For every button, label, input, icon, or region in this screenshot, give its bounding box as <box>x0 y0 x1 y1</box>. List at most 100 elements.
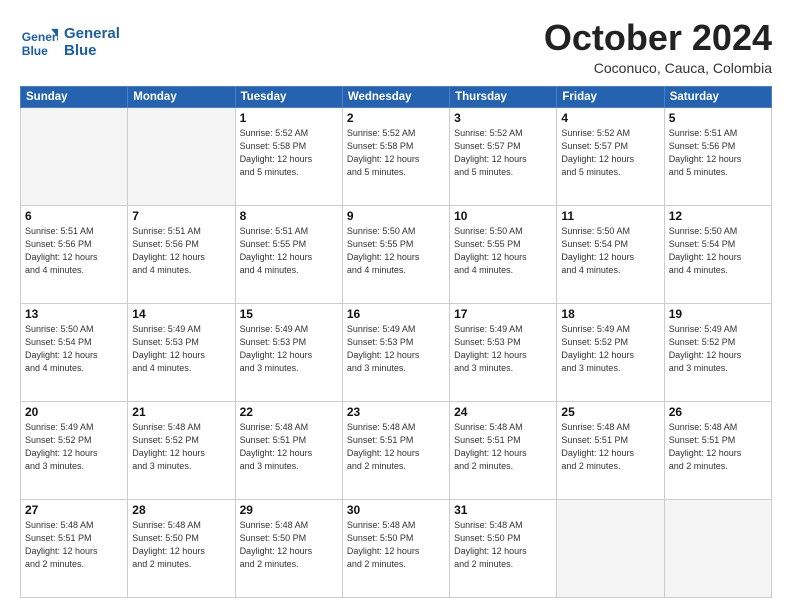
day-number: 9 <box>347 209 445 223</box>
day-number: 30 <box>347 503 445 517</box>
title-block: October 2024 Coconuco, Cauca, Colombia <box>544 18 772 76</box>
day-number: 11 <box>561 209 659 223</box>
day-info: Sunrise: 5:51 AMSunset: 5:56 PMDaylight:… <box>132 225 230 277</box>
table-row: 15 Sunrise: 5:49 AMSunset: 5:53 PMDayligh… <box>235 303 342 401</box>
table-row: 22 Sunrise: 5:48 AMSunset: 5:51 PMDayligh… <box>235 401 342 499</box>
day-number: 10 <box>454 209 552 223</box>
day-info: Sunrise: 5:50 AMSunset: 5:55 PMDaylight:… <box>454 225 552 277</box>
table-row: 24Sunrise: 5:48 AMSunset: 5:51 PMDayligh… <box>450 401 557 499</box>
col-sunday: Sunday <box>21 86 128 107</box>
table-row: 3 Sunrise: 5:52 AMSunset: 5:57 PMDaylight… <box>450 107 557 205</box>
day-info: Sunrise: 5:48 AMSunset: 5:50 PMDaylight:… <box>347 519 445 571</box>
table-row: 30 Sunrise: 5:48 AMSunset: 5:50 PMDayligh… <box>342 499 449 597</box>
day-number: 24 <box>454 405 552 419</box>
day-info: Sunrise: 5:52 AMSunset: 5:57 PMDaylight:… <box>561 127 659 179</box>
table-row: 16Sunrise: 5:49 AMSunset: 5:53 PMDayligh… <box>342 303 449 401</box>
calendar-week-row: 20 Sunrise: 5:49 AMSunset: 5:52 PMDayligh… <box>21 401 772 499</box>
day-info: Sunrise: 5:52 AMSunset: 5:57 PMDaylight:… <box>454 127 552 179</box>
day-info: Sunrise: 5:48 AMSunset: 5:51 PMDaylight:… <box>669 421 767 473</box>
day-number: 17 <box>454 307 552 321</box>
day-info: Sunrise: 5:51 AMSunset: 5:56 PMDaylight:… <box>669 127 767 179</box>
table-row <box>664 499 771 597</box>
logo-line2: Blue <box>64 42 120 59</box>
table-row: 19 Sunrise: 5:49 AMSunset: 5:52 PMDayligh… <box>664 303 771 401</box>
day-info: Sunrise: 5:48 AMSunset: 5:51 PMDaylight:… <box>347 421 445 473</box>
day-number: 18 <box>561 307 659 321</box>
month-title: October 2024 <box>544 18 772 58</box>
day-info: Sunrise: 5:52 AMSunset: 5:58 PMDaylight:… <box>347 127 445 179</box>
day-number: 8 <box>240 209 338 223</box>
day-info: Sunrise: 5:52 AMSunset: 5:58 PMDaylight:… <box>240 127 338 179</box>
table-row: 11 Sunrise: 5:50 AMSunset: 5:54 PMDayligh… <box>557 205 664 303</box>
day-number: 28 <box>132 503 230 517</box>
table-row: 28 Sunrise: 5:48 AMSunset: 5:50 PMDayligh… <box>128 499 235 597</box>
day-number: 27 <box>25 503 123 517</box>
table-row: 5 Sunrise: 5:51 AMSunset: 5:56 PMDaylight… <box>664 107 771 205</box>
day-info: Sunrise: 5:50 AMSunset: 5:54 PMDaylight:… <box>561 225 659 277</box>
calendar: Sunday Monday Tuesday Wednesday Thursday… <box>20 86 772 598</box>
day-info: Sunrise: 5:51 AMSunset: 5:56 PMDaylight:… <box>25 225 123 277</box>
day-number: 25 <box>561 405 659 419</box>
day-number: 5 <box>669 111 767 125</box>
col-saturday: Saturday <box>664 86 771 107</box>
subtitle: Coconuco, Cauca, Colombia <box>544 60 772 76</box>
day-info: Sunrise: 5:48 AMSunset: 5:51 PMDaylight:… <box>240 421 338 473</box>
table-row: 26 Sunrise: 5:48 AMSunset: 5:51 PMDayligh… <box>664 401 771 499</box>
day-number: 20 <box>25 405 123 419</box>
logo: General Blue General Blue <box>20 22 120 60</box>
day-info: Sunrise: 5:48 AMSunset: 5:52 PMDaylight:… <box>132 421 230 473</box>
col-thursday: Thursday <box>450 86 557 107</box>
table-row: 18Sunrise: 5:49 AMSunset: 5:52 PMDayligh… <box>557 303 664 401</box>
day-info: Sunrise: 5:48 AMSunset: 5:50 PMDaylight:… <box>132 519 230 571</box>
calendar-week-row: 1 Sunrise: 5:52 AMSunset: 5:58 PMDaylight… <box>21 107 772 205</box>
day-number: 6 <box>25 209 123 223</box>
day-number: 3 <box>454 111 552 125</box>
day-number: 14 <box>132 307 230 321</box>
day-number: 21 <box>132 405 230 419</box>
table-row: 4Sunrise: 5:52 AMSunset: 5:57 PMDaylight… <box>557 107 664 205</box>
day-number: 26 <box>669 405 767 419</box>
table-row: 7 Sunrise: 5:51 AMSunset: 5:56 PMDaylight… <box>128 205 235 303</box>
table-row: 10 Sunrise: 5:50 AMSunset: 5:55 PMDayligh… <box>450 205 557 303</box>
day-number: 7 <box>132 209 230 223</box>
table-row: 9 Sunrise: 5:50 AMSunset: 5:55 PMDaylight… <box>342 205 449 303</box>
table-row: 2Sunrise: 5:52 AMSunset: 5:58 PMDaylight… <box>342 107 449 205</box>
day-info: Sunrise: 5:49 AMSunset: 5:53 PMDaylight:… <box>454 323 552 375</box>
table-row <box>557 499 664 597</box>
svg-text:General: General <box>22 30 58 44</box>
table-row: 25 Sunrise: 5:48 AMSunset: 5:51 PMDayligh… <box>557 401 664 499</box>
day-number: 19 <box>669 307 767 321</box>
day-info: Sunrise: 5:48 AMSunset: 5:51 PMDaylight:… <box>561 421 659 473</box>
col-monday: Monday <box>128 86 235 107</box>
table-row: 21 Sunrise: 5:48 AMSunset: 5:52 PMDayligh… <box>128 401 235 499</box>
col-friday: Friday <box>557 86 664 107</box>
table-row: 6 Sunrise: 5:51 AMSunset: 5:56 PMDaylight… <box>21 205 128 303</box>
day-number: 1 <box>240 111 338 125</box>
day-info: Sunrise: 5:49 AMSunset: 5:53 PMDaylight:… <box>132 323 230 375</box>
day-number: 29 <box>240 503 338 517</box>
day-info: Sunrise: 5:48 AMSunset: 5:50 PMDaylight:… <box>240 519 338 571</box>
day-number: 16 <box>347 307 445 321</box>
table-row: 31Sunrise: 5:48 AMSunset: 5:50 PMDayligh… <box>450 499 557 597</box>
day-number: 15 <box>240 307 338 321</box>
table-row: 20 Sunrise: 5:49 AMSunset: 5:52 PMDayligh… <box>21 401 128 499</box>
table-row <box>128 107 235 205</box>
table-row: 12Sunrise: 5:50 AMSunset: 5:54 PMDayligh… <box>664 205 771 303</box>
calendar-header-row: Sunday Monday Tuesday Wednesday Thursday… <box>21 86 772 107</box>
day-info: Sunrise: 5:48 AMSunset: 5:50 PMDaylight:… <box>454 519 552 571</box>
day-info: Sunrise: 5:49 AMSunset: 5:52 PMDaylight:… <box>25 421 123 473</box>
day-info: Sunrise: 5:50 AMSunset: 5:55 PMDaylight:… <box>347 225 445 277</box>
logo-icon: General Blue <box>20 22 58 60</box>
calendar-week-row: 6 Sunrise: 5:51 AMSunset: 5:56 PMDaylight… <box>21 205 772 303</box>
day-number: 22 <box>240 405 338 419</box>
day-number: 23 <box>347 405 445 419</box>
day-info: Sunrise: 5:49 AMSunset: 5:52 PMDaylight:… <box>669 323 767 375</box>
col-tuesday: Tuesday <box>235 86 342 107</box>
calendar-week-row: 13Sunrise: 5:50 AMSunset: 5:54 PMDayligh… <box>21 303 772 401</box>
table-row: 23 Sunrise: 5:48 AMSunset: 5:51 PMDayligh… <box>342 401 449 499</box>
day-info: Sunrise: 5:51 AMSunset: 5:55 PMDaylight:… <box>240 225 338 277</box>
day-number: 12 <box>669 209 767 223</box>
table-row: 17 Sunrise: 5:49 AMSunset: 5:53 PMDayligh… <box>450 303 557 401</box>
day-info: Sunrise: 5:49 AMSunset: 5:53 PMDaylight:… <box>240 323 338 375</box>
col-wednesday: Wednesday <box>342 86 449 107</box>
